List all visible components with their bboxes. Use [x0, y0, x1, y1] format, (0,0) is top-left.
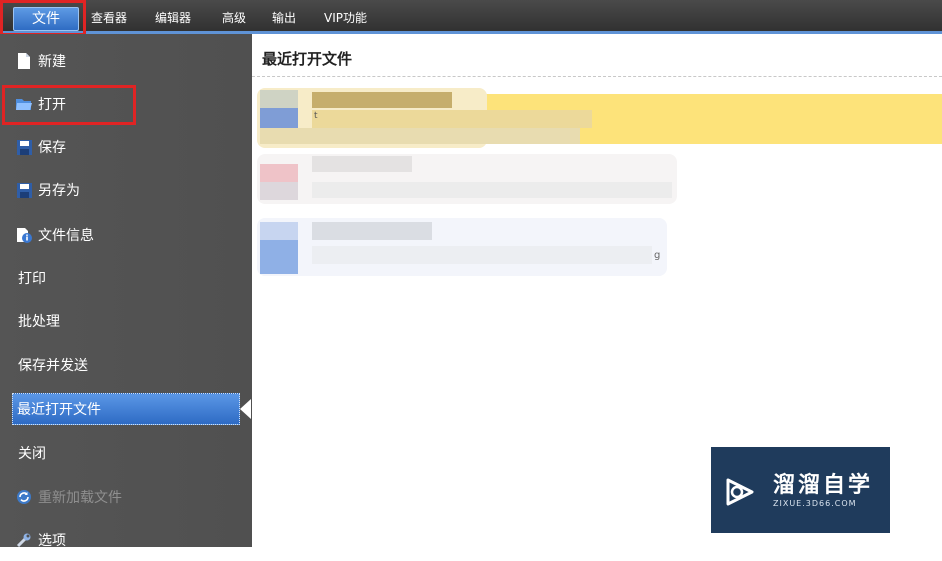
- selection-pointer: [240, 399, 251, 419]
- file-type-icon: [260, 222, 298, 240]
- annotation-box-file-tab: [0, 0, 86, 36]
- recent-file-item[interactable]: [252, 154, 942, 208]
- blurred-filename: [312, 156, 412, 172]
- blurred-pixel: [260, 90, 298, 108]
- sidebar-item-label: 文件信息: [38, 228, 94, 244]
- play-logo-icon: [726, 478, 754, 506]
- tab-advanced[interactable]: 高级: [222, 7, 246, 29]
- recent-file-fragment: g: [654, 250, 661, 261]
- reload-icon: [16, 489, 32, 505]
- sidebar-item-close[interactable]: 关闭: [0, 432, 250, 474]
- recent-file-item[interactable]: t: [252, 88, 942, 148]
- sidebar-item-label: 打印: [18, 271, 46, 287]
- watermark-title: 溜溜自学: [773, 473, 874, 498]
- sidebar-item-label: 批处理: [18, 314, 60, 330]
- sidebar-item-label: 保存并发送: [18, 358, 88, 374]
- title-divider: [252, 76, 942, 77]
- sidebar-item-batch[interactable]: 批处理: [0, 300, 250, 342]
- blurred-filepath: [312, 246, 652, 264]
- blurred-filepath: [312, 110, 592, 128]
- blurred-filename: [312, 222, 432, 240]
- sidebar-item-new[interactable]: 新建: [0, 40, 250, 82]
- sidebar-item-label: 关闭: [18, 446, 46, 462]
- save-as-disk-icon: [16, 182, 32, 198]
- watermark-logo: 溜溜自学 ZIXUE.3D66.COM: [711, 447, 890, 533]
- tab-editor[interactable]: 编辑器: [155, 7, 191, 29]
- blurred-filepath: [312, 182, 672, 198]
- menu-bar: 文件 查看器 编辑器 高级 输出 VIP功能: [0, 0, 942, 34]
- sidebar-item-label: 新建: [38, 54, 66, 70]
- tab-vip[interactable]: VIP功能: [324, 7, 367, 29]
- blurred-pixel: [260, 182, 298, 200]
- sidebar-item-reload[interactable]: 重新加载文件: [0, 476, 250, 518]
- blurred-pixel: [260, 240, 298, 274]
- sidebar-item-label: 保存: [38, 140, 66, 156]
- sidebar-item-print[interactable]: 打印: [0, 257, 250, 299]
- sidebar-item-file-info[interactable]: 文件信息: [0, 214, 250, 256]
- recent-file-item[interactable]: g: [252, 218, 942, 278]
- new-document-icon: [16, 53, 32, 69]
- file-type-icon: [260, 108, 298, 128]
- blurred-filename: [312, 92, 452, 108]
- sidebar-item-label: 重新加载文件: [38, 490, 122, 506]
- tab-output[interactable]: 输出: [272, 7, 296, 29]
- sidebar-item-options[interactable]: 选项: [0, 519, 250, 561]
- watermark-subtitle: ZIXUE.3D66.COM: [773, 499, 857, 508]
- sidebar-item-label: 另存为: [38, 183, 80, 199]
- wrench-icon: [16, 532, 32, 548]
- sidebar-item-save-and-send[interactable]: 保存并发送: [0, 344, 250, 386]
- page-title: 最近打开文件: [262, 50, 353, 68]
- tab-viewer[interactable]: 查看器: [91, 7, 127, 29]
- file-type-icon: [260, 164, 298, 182]
- sidebar-item-label: 最近打开文件: [17, 402, 101, 418]
- sidebar-item-save[interactable]: 保存: [0, 126, 250, 168]
- sidebar-item-save-as[interactable]: 另存为: [0, 169, 250, 211]
- sidebar-item-label: 选项: [38, 533, 66, 549]
- annotation-box-open: [2, 85, 136, 125]
- file-info-icon: [16, 227, 32, 243]
- sidebar-item-recent-files[interactable]: 最近打开文件: [12, 393, 240, 425]
- recent-file-fragment: t: [314, 111, 318, 121]
- blurred-pixel: [260, 128, 580, 144]
- save-disk-icon: [16, 139, 32, 155]
